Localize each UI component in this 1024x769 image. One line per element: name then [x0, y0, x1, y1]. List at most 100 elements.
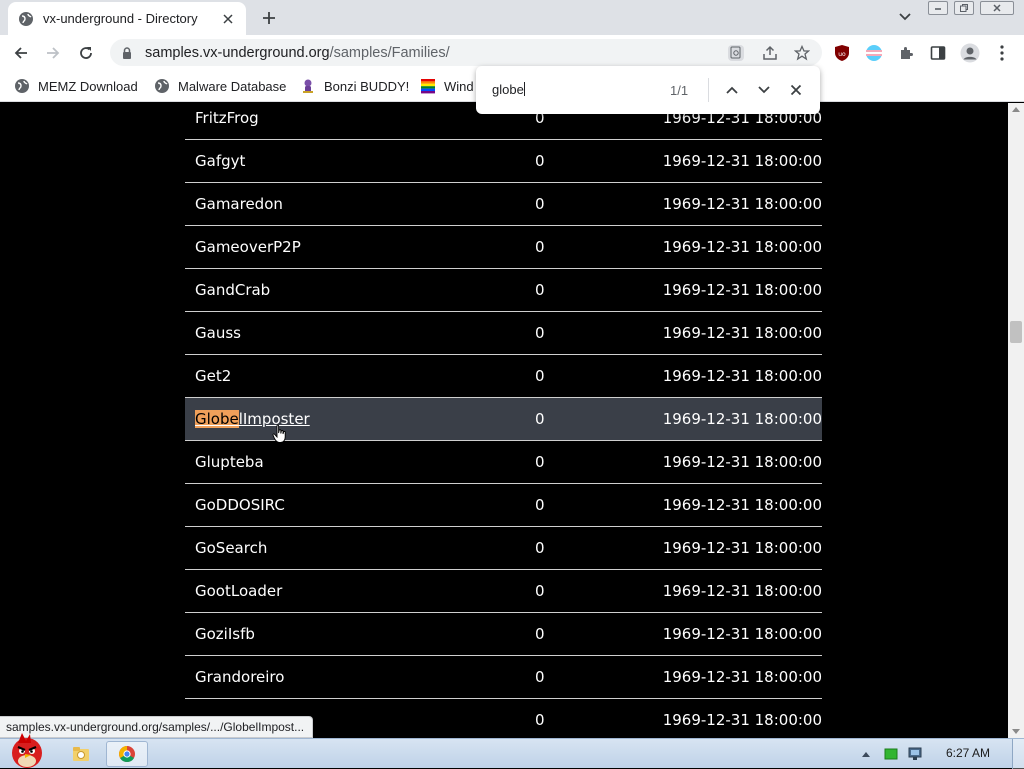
bonzi-icon [300, 78, 316, 94]
modified-date: 1969-12-31 18:00:00 [662, 582, 822, 600]
vertical-scrollbar[interactable] [1008, 103, 1024, 738]
share-icon[interactable] [760, 43, 780, 63]
file-size: 0 [535, 324, 545, 342]
find-close-button[interactable] [786, 80, 806, 100]
modified-date: 1969-12-31 18:00:00 [662, 367, 822, 385]
side-panel-icon[interactable] [928, 43, 948, 63]
globe-icon [154, 78, 170, 94]
globe-icon [14, 78, 30, 94]
directory-link[interactable]: Glupteba [195, 453, 264, 471]
directory-link[interactable]: GoDDOSIRC [195, 496, 285, 514]
table-row: GandCrab 0 1969-12-31 18:00:00 [185, 269, 822, 312]
directory-link[interactable]: Gafgyt [195, 152, 245, 170]
find-query: globe [492, 82, 524, 97]
new-tab-button[interactable] [258, 7, 280, 29]
modified-date: 1969-12-31 18:00:00 [662, 195, 822, 213]
battery-tray-icon[interactable] [882, 741, 900, 767]
network-tray-icon[interactable] [906, 741, 924, 767]
table-row: GoDDOSIRC 0 1969-12-31 18:00:00 [185, 484, 822, 527]
modified-date: 1969-12-31 18:00:00 [662, 668, 822, 686]
file-size: 0 [535, 711, 545, 729]
table-row: Get2 0 1969-12-31 18:00:00 [185, 355, 822, 398]
find-bar: globe 1/1 [476, 66, 820, 114]
extensions-puzzle-icon[interactable] [896, 43, 916, 63]
file-size: 0 [535, 539, 545, 557]
restore-button[interactable] [954, 1, 974, 15]
table-row: Gamaredon 0 1969-12-31 18:00:00 [185, 183, 822, 226]
find-next-button[interactable] [754, 80, 774, 100]
address-bar[interactable]: samples.vx-underground.org/samples/Famil… [110, 39, 822, 66]
directory-link[interactable]: GoSearch [195, 539, 267, 557]
url-path: /samples/Families/ [329, 44, 450, 61]
chrome-icon [119, 746, 135, 763]
modified-date: 1969-12-31 18:00:00 [662, 496, 822, 514]
find-in-page-icon[interactable] [726, 43, 746, 63]
taskbar-clock[interactable]: 6:27 AM [946, 746, 990, 760]
reload-button[interactable] [73, 40, 99, 66]
directory-link[interactable]: Grandoreiro [195, 668, 284, 686]
lock-icon[interactable] [120, 46, 134, 60]
directory-link[interactable]: GoziIsfb [195, 625, 255, 643]
table-row: Gauss 0 1969-12-31 18:00:00 [185, 312, 822, 355]
start-button-angry-bird-icon[interactable] [4, 731, 50, 769]
bookmark-label: Malware Database [178, 78, 287, 94]
file-explorer-taskbar-icon[interactable] [68, 741, 94, 767]
toolbar: samples.vx-underground.org/samples/Famil… [0, 35, 1024, 70]
directory-link[interactable]: GootLoader [195, 582, 282, 600]
bookmark-bonzi-buddy[interactable]: Bonzi BUDDY! [300, 76, 409, 96]
taskbar: 6:27 AM [0, 733, 1024, 769]
file-size: 0 [535, 410, 545, 428]
page-content: FritzFrog 0 1969-12-31 18:00:00 Gafgyt 0 1969… [0, 103, 1008, 738]
find-previous-button[interactable] [722, 80, 742, 100]
bookmark-memz-download[interactable]: MEMZ Download [14, 76, 138, 96]
find-separator [708, 78, 709, 102]
file-size: 0 [535, 367, 545, 385]
bookmark-star-icon[interactable] [792, 43, 812, 63]
directory-listing: FritzFrog 0 1969-12-31 18:00:00 Gafgyt 0 1969… [185, 103, 822, 738]
scroll-down-arrow[interactable] [1012, 729, 1020, 734]
forward-button[interactable] [40, 40, 66, 66]
directory-link[interactable]: GandCrab [195, 281, 270, 299]
directory-link[interactable]: Get2 [195, 367, 231, 385]
directory-link[interactable]: Gamaredon [195, 195, 283, 213]
tab-active[interactable]: vx-underground - Directory [8, 2, 246, 35]
find-match-count: 1/1 [670, 83, 689, 98]
scroll-up-arrow[interactable] [1012, 107, 1020, 112]
bookmark-windows[interactable]: Wind [420, 76, 474, 96]
close-icon[interactable] [220, 11, 236, 27]
windows-flag-icon [420, 78, 436, 94]
file-size: 0 [535, 496, 545, 514]
directory-link[interactable]: Gauss [195, 324, 241, 342]
tab-search-button[interactable] [896, 9, 914, 25]
text-caret [523, 82, 525, 96]
file-size: 0 [535, 668, 545, 686]
trans-flag-extension-icon[interactable] [864, 43, 884, 63]
modified-date: 1969-12-31 18:00:00 [662, 324, 822, 342]
scrollbar-thumb[interactable] [1010, 321, 1022, 343]
bookmark-malware-database[interactable]: Malware Database [154, 76, 286, 96]
svg-text:uo: uo [838, 51, 846, 58]
profile-avatar-icon[interactable] [960, 43, 980, 63]
ublock-icon[interactable]: uo [832, 43, 852, 63]
minimize-button[interactable] [928, 1, 948, 15]
directory-link[interactable]: GlobelImposter [195, 410, 310, 428]
back-button[interactable] [8, 40, 34, 66]
find-input[interactable]: globe [492, 82, 525, 97]
show-hidden-icons-arrow[interactable] [858, 741, 874, 767]
menu-kebab-icon[interactable] [992, 43, 1012, 63]
file-size: 0 [535, 195, 545, 213]
modified-date: 1969-12-31 18:00:00 [662, 238, 822, 256]
close-window-button[interactable] [980, 1, 1014, 15]
table-row: GootLoader 0 1969-12-31 18:00:00 [185, 570, 822, 613]
bookmark-label: Bonzi BUDDY! [324, 78, 410, 94]
chrome-taskbar-button[interactable] [106, 741, 148, 767]
tab-title: vx-underground - Directory [43, 11, 198, 26]
modified-date: 1969-12-31 18:00:00 [662, 281, 822, 299]
show-desktop-button[interactable] [1012, 739, 1024, 769]
url-text[interactable]: samples.vx-underground.org/samples/Famil… [145, 45, 450, 61]
file-size: 0 [535, 238, 545, 256]
directory-link[interactable]: GameoverP2P [195, 238, 301, 256]
file-size: 0 [535, 453, 545, 471]
table-row: GameoverP2P 0 1969-12-31 18:00:00 [185, 226, 822, 269]
directory-link[interactable]: FritzFrog [195, 109, 259, 127]
